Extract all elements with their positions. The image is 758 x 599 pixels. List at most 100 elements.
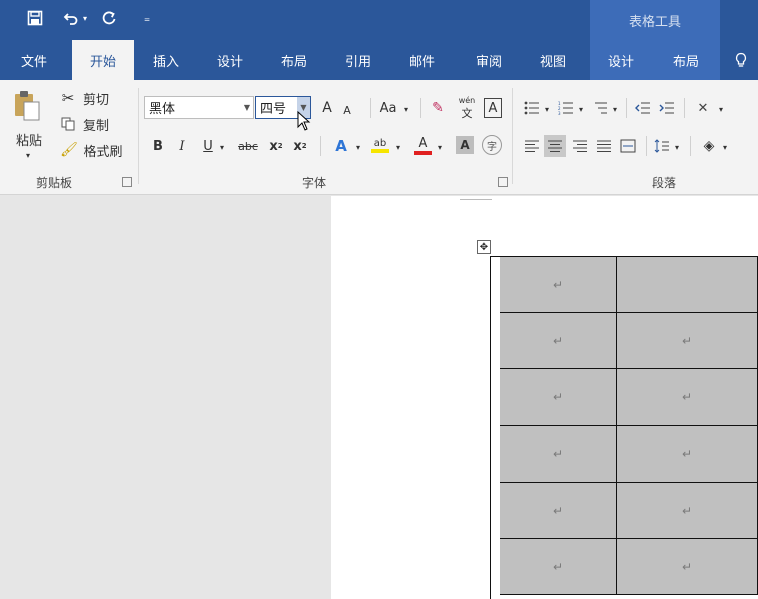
tab-file[interactable]: 文件	[8, 40, 60, 80]
format-painter-icon[interactable]: 🖌	[58, 140, 80, 160]
justify-icon[interactable]	[594, 136, 614, 156]
document-page[interactable]: ✥ ↵ ↵ ↵ ↵ ↵ ↵ ↵ ↵ ↵ ↵ ↵	[331, 196, 758, 599]
numbering-dropdown-icon[interactable]: ▾	[576, 100, 586, 118]
underline-dropdown-icon[interactable]: ▾	[216, 138, 228, 156]
font-size-value: 四号	[260, 102, 287, 117]
svg-text:3: 3	[558, 111, 561, 115]
font-color-label: A	[418, 135, 428, 151]
font-name-combo[interactable]: 黑体 ▼	[144, 96, 254, 119]
character-shading-button[interactable]: A	[456, 136, 474, 154]
tab-review[interactable]: 审阅	[460, 40, 518, 80]
divider	[690, 136, 691, 156]
copy-button[interactable]: 复制	[80, 114, 112, 134]
table-cell[interactable]: ↵	[617, 313, 758, 369]
table-cell[interactable]: ↵	[500, 483, 617, 539]
paste-icon[interactable]	[10, 90, 44, 122]
tab-table-design[interactable]: 设计	[590, 40, 652, 80]
grow-font-button[interactable]: A	[318, 98, 336, 118]
table-cell[interactable]: ↵	[500, 257, 617, 313]
scissors-icon[interactable]: ✂	[58, 88, 78, 108]
tab-insert[interactable]: 插入	[140, 40, 192, 80]
align-right-icon[interactable]	[570, 136, 590, 156]
redo-icon[interactable]	[96, 0, 122, 36]
strikethrough-button[interactable]: abc	[234, 136, 262, 156]
divider	[684, 98, 685, 118]
line-spacing-dropdown-icon[interactable]: ▾	[672, 138, 682, 156]
copy-icon[interactable]	[58, 114, 78, 134]
highlight-label: ab	[373, 137, 387, 149]
table-cell[interactable]	[617, 257, 758, 313]
superscript-label: x	[293, 138, 302, 154]
tab-layout[interactable]: 布局	[268, 40, 320, 80]
tab-design[interactable]: 设计	[204, 40, 256, 80]
table-first-column	[491, 257, 500, 599]
shading-icon[interactable]: ◈	[698, 136, 720, 156]
divider	[646, 136, 647, 156]
font-color-button[interactable]: A	[412, 134, 434, 156]
table-cell[interactable]: ↵	[500, 426, 617, 483]
clear-formatting-icon[interactable]: ✎	[428, 98, 448, 118]
change-case-dropdown-icon[interactable]: ▾	[400, 100, 412, 118]
bold-button[interactable]: B	[150, 136, 166, 156]
customize-qat-icon[interactable]: ₌	[134, 0, 160, 36]
distributed-icon[interactable]	[618, 136, 638, 156]
ribbon: 粘贴 ▾ ✂ 剪切 复制 🖌 格式刷 剪贴板 黑体 ▼ 四号 ▼ A A Aa …	[0, 80, 758, 195]
table-move-handle-icon[interactable]: ✥	[477, 240, 491, 254]
text-effects-dropdown-icon[interactable]: ▾	[352, 138, 364, 156]
asian-layout-icon[interactable]: ✕	[690, 98, 716, 118]
table-cell[interactable]: ↵	[617, 426, 758, 483]
chevron-down-icon: ▼	[243, 103, 250, 112]
highlight-dropdown-icon[interactable]: ▾	[392, 138, 404, 156]
table-cell[interactable]: ↵	[617, 483, 758, 539]
format-painter-button[interactable]: 格式刷	[80, 140, 126, 160]
numbering-icon[interactable]: 123	[556, 98, 576, 118]
italic-button[interactable]: I	[174, 136, 190, 156]
lightbulb-icon[interactable]	[728, 40, 754, 80]
paragraph-group-label: 段落	[652, 176, 677, 190]
undo-dropdown-icon[interactable]: ▾	[78, 0, 92, 36]
table-cell[interactable]: ↵	[500, 539, 617, 595]
multilevel-list-icon[interactable]	[590, 98, 610, 118]
table-cell[interactable]: ↵	[500, 369, 617, 426]
superscript-button[interactable]: x2	[290, 136, 310, 156]
enclose-characters-button[interactable]: 字	[482, 135, 502, 155]
align-left-icon[interactable]	[522, 136, 542, 156]
paste-button[interactable]: 粘贴	[12, 130, 46, 149]
bullets-icon[interactable]	[522, 98, 542, 118]
decrease-indent-icon[interactable]	[632, 98, 654, 118]
table-cell[interactable]: ↵	[617, 539, 758, 595]
font-color-dropdown-icon[interactable]: ▾	[434, 138, 446, 156]
character-border-button[interactable]: A	[484, 98, 502, 118]
increase-indent-icon[interactable]	[656, 98, 678, 118]
shrink-font-button[interactable]: A	[338, 100, 356, 120]
ruler-marker	[460, 196, 492, 200]
subscript-button[interactable]: x2	[266, 136, 286, 156]
tab-references[interactable]: 引用	[332, 40, 384, 80]
table-cell[interactable]: ↵	[617, 369, 758, 426]
align-center-icon[interactable]	[544, 135, 566, 157]
table-cell[interactable]: ↵	[500, 313, 617, 369]
asian-layout-dropdown-icon[interactable]: ▾	[716, 100, 726, 118]
underline-button[interactable]: U	[200, 136, 216, 156]
phonetic-guide-char[interactable]: 文	[454, 106, 480, 120]
shading-dropdown-icon[interactable]: ▾	[720, 138, 730, 156]
line-spacing-icon[interactable]	[652, 136, 672, 156]
title-bar: ▾ ₌ 表格工具	[0, 0, 758, 40]
bullets-dropdown-icon[interactable]: ▾	[542, 100, 552, 118]
tab-home[interactable]: 开始	[72, 40, 134, 80]
save-icon[interactable]	[22, 0, 48, 36]
divider	[320, 136, 321, 156]
paste-dropdown-icon[interactable]: ▾	[22, 150, 34, 160]
font-launcher-icon[interactable]	[498, 177, 508, 187]
tab-table-layout[interactable]: 布局	[652, 40, 720, 80]
tab-mailings[interactable]: 邮件	[396, 40, 448, 80]
clipboard-launcher-icon[interactable]	[122, 177, 132, 187]
multilevel-list-dropdown-icon[interactable]: ▾	[610, 100, 620, 118]
text-effects-button[interactable]: A	[330, 135, 352, 157]
change-case-button[interactable]: Aa	[376, 98, 400, 118]
clipboard-group-label: 剪贴板	[36, 176, 73, 190]
cut-button[interactable]: 剪切	[80, 88, 112, 108]
tab-view[interactable]: 视图	[524, 40, 582, 80]
highlight-button[interactable]: ab	[368, 134, 392, 156]
ribbon-tab-bar: 文件 开始 插入 设计 布局 引用 邮件 审阅 视图 设计 布局	[0, 40, 758, 80]
